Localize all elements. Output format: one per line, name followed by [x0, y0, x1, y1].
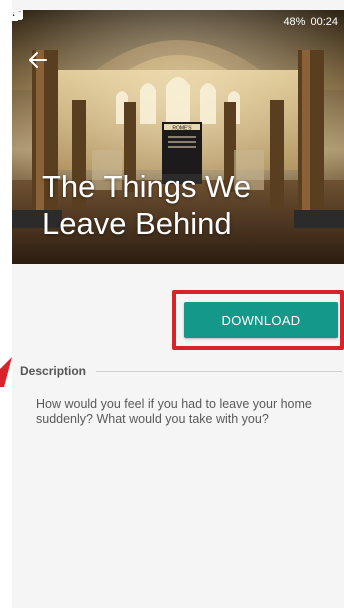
clock: 00:24: [310, 16, 338, 28]
status-bar: 48% 00:24: [12, 10, 344, 34]
left-margin-strip: [0, 0, 12, 608]
description-header: Description: [20, 363, 342, 379]
battery-percent: 48%: [283, 16, 306, 28]
description-label: Description: [20, 364, 87, 378]
back-button[interactable]: [26, 48, 50, 72]
screen: ROME'S 48% 00:24 The Things We Leave Beh…: [0, 0, 344, 608]
description-text: How would you feel if you had to leave y…: [36, 397, 312, 426]
section-divider: [96, 370, 342, 372]
hero-image: ROME'S 48% 00:24 The Things We Leave Beh…: [12, 10, 344, 264]
red-annotation-mark: [0, 357, 12, 387]
status-right: 48% 00:24: [12, 10, 338, 34]
arrow-left-icon: [29, 52, 47, 68]
download-button[interactable]: DOWNLOAD: [184, 302, 338, 338]
sign-text: ROME'S: [172, 126, 192, 132]
page-title: The Things We Leave Behind: [42, 169, 252, 241]
battery-icon: [12, 10, 18, 21]
